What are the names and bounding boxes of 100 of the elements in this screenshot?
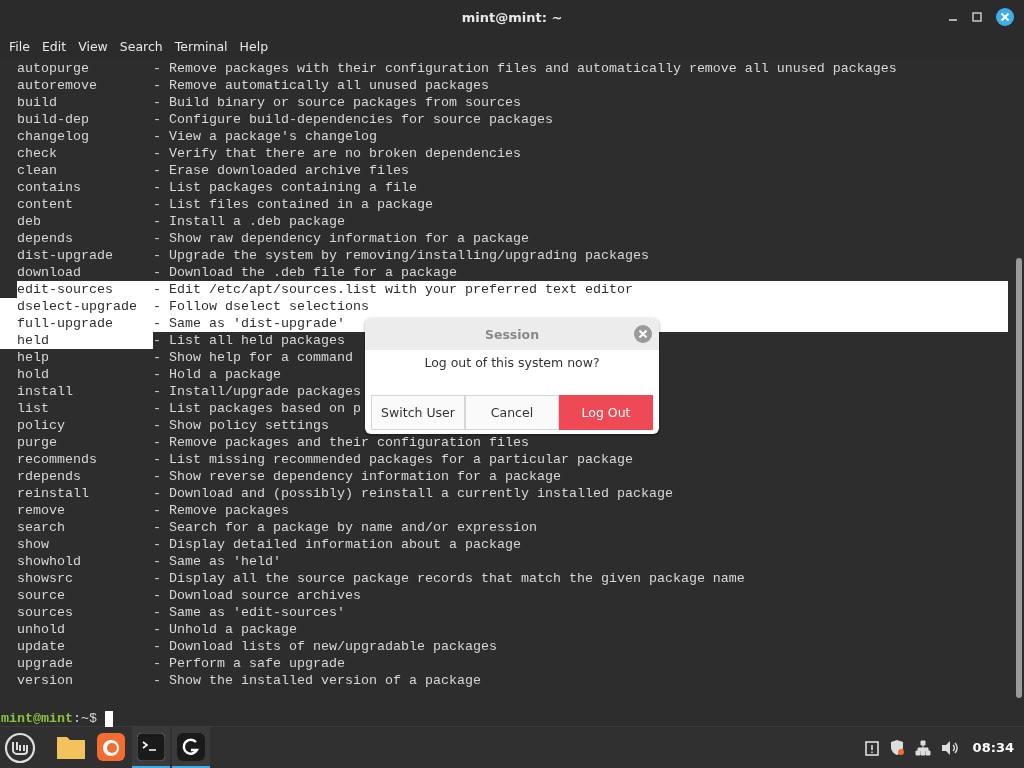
command-name: reinstall <box>16 485 90 502</box>
command-description: - Upgrade the system by removing/installing/upgrading packages <box>153 247 650 264</box>
command-description: - Edit /etc/apt/sources.list with your preferred text editor <box>153 281 1008 298</box>
command-name: sources <box>16 604 74 621</box>
command-description: - Display detailed information about a package <box>153 536 522 553</box>
browser-icon <box>97 732 125 761</box>
dialog-button[interactable]: Cancel <box>465 395 559 430</box>
maximize-icon[interactable] <box>972 12 982 22</box>
command-description: - Same as 'held' <box>153 553 282 570</box>
command-name: show <box>16 536 50 553</box>
command-name: unhold <box>16 621 66 638</box>
close-icon[interactable] <box>996 8 1014 26</box>
command-description: - Download the .deb file for a package <box>153 264 458 281</box>
command-name: dselect-upgrade <box>0 298 153 315</box>
command-description: - Show help for a command <box>153 349 354 366</box>
command-name: deb <box>16 213 42 230</box>
clipboard-icon[interactable] <box>864 739 879 756</box>
command-description: - List packages based on p <box>153 400 362 417</box>
command-name: dist-upgrade <box>16 247 114 264</box>
taskbar-app[interactable] <box>172 727 210 768</box>
log-out-button[interactable]: Log Out <box>559 395 653 430</box>
command-name: autopurge <box>16 60 90 77</box>
command-description: - Download source archives <box>153 587 362 604</box>
command-description: - Show policy settings <box>153 417 330 434</box>
clock: 08:34 <box>972 740 1014 755</box>
command-description: - Follow dselect selections <box>153 298 1008 315</box>
power-icon <box>177 732 205 761</box>
command-description: - Remove automatically all unused packages <box>153 77 490 94</box>
command-description: - Show reverse dependency information for a package <box>153 468 562 485</box>
menu-logo-icon[interactable] <box>4 731 36 764</box>
command-description: - Build binary or source packages from sources <box>153 94 522 111</box>
menu-item[interactable]: Search <box>113 38 169 54</box>
scrollbar[interactable] <box>1016 258 1022 698</box>
command-description: - List all held packages <box>153 332 346 349</box>
taskbar-app[interactable] <box>132 727 170 768</box>
command-description: - Search for a package by name and/or expression <box>153 519 538 536</box>
command-name: remove <box>16 502 66 519</box>
prompt-user: mint@mint <box>1 710 73 727</box>
command-name: policy <box>16 417 66 434</box>
command-name: contains <box>16 179 82 196</box>
command-name: clean <box>16 162 58 179</box>
command-name: depends <box>16 230 74 247</box>
volume-icon[interactable] <box>940 739 959 756</box>
command-name: version <box>16 672 74 689</box>
command-name: update <box>16 638 66 655</box>
menu-item[interactable]: File <box>3 38 36 54</box>
command-name: download <box>16 264 82 281</box>
dialog-button[interactable]: Switch User <box>371 395 465 430</box>
command-name: upgrade <box>16 655 74 672</box>
command-name: help <box>16 349 50 366</box>
window-title: mint@mint: ~ <box>461 9 563 25</box>
menu-item[interactable]: Edit <box>35 38 73 54</box>
command-name: source <box>16 587 66 604</box>
menu-item[interactable]: View <box>72 38 114 54</box>
command-name: content <box>16 196 74 213</box>
command-description: - Configure build-dependencies for source packages <box>153 111 554 128</box>
command-description: - Download lists of new/upgradable packages <box>153 638 498 655</box>
command-name: install <box>16 383 74 400</box>
command-description: - Hold a package <box>153 366 282 383</box>
command-name: search <box>16 519 66 536</box>
command-name: purge <box>16 434 58 451</box>
command-description: - Unhold a package <box>153 621 298 638</box>
command-name: autoremove <box>16 77 98 94</box>
command-name: build <box>16 94 58 111</box>
menu-item[interactable]: Help <box>233 38 275 54</box>
command-description: - Remove packages with their configuration files and automatically remove all unused packages <box>153 60 898 77</box>
command-name: list <box>16 400 50 417</box>
command-description: - Display all the source package records that match the given package name <box>153 570 746 587</box>
command-name: held <box>0 332 153 349</box>
menu-item[interactable]: Terminal <box>168 38 234 54</box>
text-cursor <box>105 710 113 727</box>
command-description: - Same as 'edit-sources' <box>153 604 346 621</box>
command-name: full-upgrade <box>0 315 153 332</box>
command-description: - Install/upgrade packages <box>153 383 362 400</box>
command-description: - Download and (possibly) reinstall a currently installed package <box>153 485 674 502</box>
command-description: - Remove packages <box>153 502 290 519</box>
command-description: - View a package's changelog <box>153 128 378 145</box>
command-name: build-dep <box>16 111 90 128</box>
command-description: - Erase downloaded archive files <box>153 162 410 179</box>
command-name: check <box>16 145 58 162</box>
command-name: showhold <box>16 553 82 570</box>
dialog-message: Log out of this system now? <box>423 354 601 372</box>
command-name: changelog <box>16 128 90 145</box>
command-description: - Remove packages and their configuration files <box>153 434 530 451</box>
command-name: rdepends <box>16 468 82 485</box>
command-description: - Verify that there are no broken dependencies <box>153 145 522 162</box>
command-description: - Show the installed version of a package <box>153 672 482 689</box>
prompt-path: :~$ <box>73 710 97 727</box>
command-description: - List missing recommended packages for a particular package <box>153 451 634 468</box>
command-description: - List files contained in a package <box>153 196 434 213</box>
terminal-icon <box>137 732 165 761</box>
network-icon[interactable] <box>914 739 931 756</box>
command-name: hold <box>16 366 50 383</box>
command-description: - Install a .deb package <box>153 213 346 230</box>
command-name: recommends <box>16 451 98 468</box>
command-description: - Perform a safe upgrade <box>153 655 346 672</box>
command-description: - Show raw dependency information for a package <box>153 230 530 247</box>
shield-icon[interactable] <box>888 739 905 756</box>
command-name: showsrc <box>16 570 74 587</box>
command-description: - List packages containing a file <box>153 179 418 196</box>
